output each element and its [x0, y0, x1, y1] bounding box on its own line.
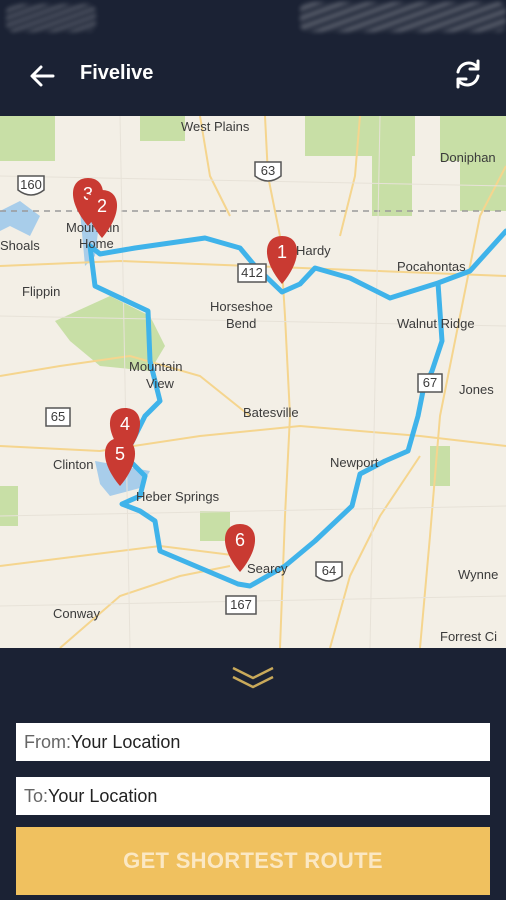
place-label: Conway	[53, 606, 100, 621]
to-prefix-label: To:	[24, 785, 49, 806]
highway-shield-160: 160	[17, 175, 45, 196]
refresh-icon	[456, 59, 480, 89]
refresh-button[interactable]	[448, 54, 488, 94]
place-label: Batesville	[243, 405, 299, 420]
from-field[interactable]: From: Your Location	[16, 723, 490, 761]
place-label: Forrest Ci	[440, 629, 497, 644]
status-blur-left	[6, 4, 96, 32]
svg-text:5: 5	[115, 444, 125, 464]
back-button[interactable]	[22, 56, 62, 96]
svg-text:6: 6	[235, 530, 245, 550]
svg-text:65: 65	[51, 409, 65, 424]
double-chevron-down-icon	[232, 666, 274, 689]
highway-shield-67: 67	[417, 373, 443, 393]
status-blur-right	[300, 2, 506, 32]
get-shortest-route-button[interactable]: GET SHORTEST ROUTE	[16, 827, 490, 895]
app-bar: Fivelive	[0, 36, 506, 116]
svg-text:160: 160	[20, 177, 42, 192]
place-label: Shoals	[0, 238, 40, 253]
place-label: Home	[79, 236, 114, 251]
place-label: View	[146, 376, 175, 391]
from-prefix-label: From:	[24, 731, 71, 752]
place-label: Newport	[330, 455, 379, 470]
highway-shield-64: 64	[315, 561, 343, 582]
to-value: Your Location	[48, 785, 158, 806]
place-label: Flippin	[22, 284, 60, 299]
place-label: Pocahontas	[397, 259, 466, 274]
place-label: Searcy	[247, 561, 288, 576]
from-value: Your Location	[71, 731, 181, 752]
svg-text:64: 64	[322, 563, 336, 578]
place-label: West Plains	[181, 119, 250, 134]
highway-shield-412: 412	[237, 263, 267, 283]
place-label: Walnut Ridge	[397, 316, 475, 331]
svg-text:1: 1	[277, 242, 287, 262]
highway-shield-63: 63	[254, 161, 282, 182]
svg-text:4: 4	[120, 414, 130, 434]
svg-text:2: 2	[97, 196, 107, 216]
place-label: Horseshoe	[210, 299, 273, 314]
svg-text:167: 167	[230, 597, 252, 612]
place-label: Bend	[226, 316, 256, 331]
svg-text:412: 412	[241, 265, 263, 280]
place-label: Mountain	[129, 359, 182, 374]
place-label: Heber Springs	[136, 489, 220, 504]
place-label: Hardy	[296, 243, 331, 258]
svg-text:67: 67	[423, 375, 437, 390]
place-label: Doniphan	[440, 150, 496, 165]
place-label: Jones	[459, 382, 494, 397]
place-label: Clinton	[53, 457, 93, 472]
place-label: Wynne	[458, 567, 498, 582]
collapse-map-button[interactable]	[0, 648, 506, 708]
app-title: Fivelive	[80, 62, 154, 84]
route-map[interactable]: 160 63 412 67 65 64 167 West Plains Doni…	[0, 116, 506, 648]
highway-shield-65: 65	[45, 407, 71, 427]
status-bar	[0, 0, 506, 36]
highway-shield-167: 167	[225, 595, 257, 615]
svg-text:63: 63	[261, 163, 275, 178]
arrow-left-icon	[30, 65, 55, 87]
to-field[interactable]: To: Your Location	[16, 777, 490, 815]
